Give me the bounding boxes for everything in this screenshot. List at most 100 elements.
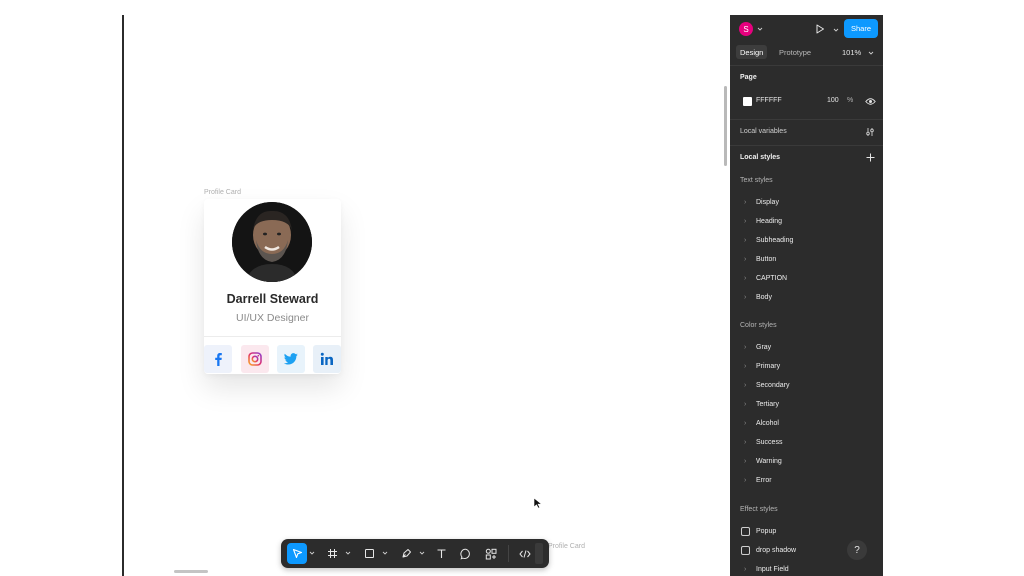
present-play-icon[interactable]: [815, 24, 825, 34]
effect-icon: [741, 526, 750, 536]
page-opacity-value[interactable]: 100: [827, 97, 839, 104]
chevron-down-icon[interactable]: [382, 550, 388, 556]
tab-design[interactable]: Design: [736, 45, 768, 59]
style-item-label: drop shadow: [756, 546, 797, 554]
chevron-right-icon: ›: [744, 381, 747, 389]
tab-prototype[interactable]: Prototype: [775, 45, 815, 59]
canvas-left-edge: [122, 15, 124, 576]
local-variables-row[interactable]: Local variables: [740, 128, 787, 135]
pen-tool-button[interactable]: [395, 543, 417, 564]
text-tool-button[interactable]: [430, 543, 452, 564]
page-section-title: Page: [740, 74, 757, 81]
canvas-vertical-scrollbar[interactable]: [724, 86, 727, 166]
dev-mode-toggle[interactable]: [514, 543, 536, 564]
chevron-right-icon: ›: [744, 255, 747, 263]
resources-tool-button[interactable]: [480, 543, 502, 564]
move-tool-icon: [292, 548, 302, 559]
chevron-down-icon[interactable]: [419, 550, 425, 556]
style-item[interactable]: › Success: [744, 436, 782, 448]
style-item[interactable]: › Secondary: [744, 379, 789, 391]
style-item[interactable]: › Gray: [744, 341, 771, 353]
chevron-right-icon: ›: [744, 565, 747, 573]
profile-role: UI/UX Designer: [236, 312, 309, 324]
canvas-horizontal-scrollbar[interactable]: [174, 570, 208, 573]
style-item[interactable]: › Button: [744, 253, 776, 265]
style-item-label: Heading: [756, 217, 783, 225]
local-styles-title: Local styles: [740, 154, 781, 161]
color-styles-title: Color styles: [740, 322, 777, 329]
chevron-right-icon: ›: [744, 438, 747, 446]
effect-style-item[interactable]: drop shadow: [741, 544, 797, 556]
style-item[interactable]: › Display: [744, 196, 779, 208]
code-icon: [519, 549, 531, 558]
style-item-label: Tertiary: [756, 400, 779, 408]
text-styles-title: Text styles: [740, 177, 773, 184]
chevron-down-icon[interactable]: [757, 26, 763, 32]
style-item[interactable]: › Subheading: [744, 234, 793, 246]
plus-icon[interactable]: [866, 153, 875, 162]
move-tool-button[interactable]: [287, 543, 307, 564]
effect-icon: [741, 545, 750, 555]
style-item[interactable]: › Primary: [744, 360, 780, 372]
eye-icon[interactable]: [865, 97, 876, 106]
chevron-right-icon: ›: [744, 400, 747, 408]
facebook-button[interactable]: [204, 345, 232, 373]
style-item-label: CAPTION: [756, 274, 788, 282]
frame-label[interactable]: Profile Card: [204, 189, 241, 196]
chevron-right-icon: ›: [744, 343, 747, 351]
style-item[interactable]: › Heading: [744, 215, 782, 227]
style-item-label: Secondary: [756, 381, 790, 389]
instagram-icon: [248, 352, 262, 366]
linkedin-icon: [320, 352, 333, 365]
style-item-label: Success: [756, 438, 783, 446]
style-item[interactable]: › Tertiary: [744, 398, 779, 410]
style-item-label: Alcohol: [756, 419, 779, 427]
page-opacity-unit: %: [847, 97, 854, 104]
chevron-right-icon: ›: [744, 293, 747, 301]
profile-name: Darrell Steward: [226, 292, 319, 306]
comment-icon: [460, 548, 470, 559]
profile-card[interactable]: Darrell Steward UI/UX Designer: [204, 199, 341, 374]
style-item-label: Subheading: [756, 236, 794, 244]
style-item[interactable]: › Alcohol: [744, 417, 779, 429]
twitter-button[interactable]: [277, 345, 305, 373]
page-color-swatch[interactable]: [743, 97, 752, 106]
zoom-level[interactable]: 101%: [842, 48, 861, 57]
comment-tool-button[interactable]: [455, 543, 477, 564]
profile-avatar: [232, 202, 312, 282]
frame-label-secondary[interactable]: Profile Card: [548, 543, 585, 550]
help-button[interactable]: ?: [847, 540, 867, 560]
effect-styles-title: Effect styles: [740, 506, 778, 513]
instagram-button[interactable]: [241, 345, 269, 373]
chevron-down-icon[interactable]: [833, 27, 839, 33]
style-item-label: Body: [756, 293, 772, 301]
page-color-hex[interactable]: FFFFFF: [756, 97, 782, 104]
effect-style-item[interactable]: › Input Field: [744, 563, 789, 575]
linkedin-button[interactable]: [313, 345, 341, 373]
chevron-right-icon: ›: [744, 217, 747, 225]
chevron-down-icon[interactable]: [309, 550, 315, 556]
sliders-icon[interactable]: [865, 127, 875, 137]
user-avatar[interactable]: S: [739, 22, 753, 36]
design-panel: S Share Design Prototype 101% Page FFFFF…: [730, 15, 883, 576]
bottom-toolbar: [281, 539, 549, 568]
style-item[interactable]: › CAPTION: [744, 272, 787, 284]
share-button[interactable]: Share: [844, 19, 878, 38]
frame-icon: [327, 549, 337, 558]
style-item-label: Input Field: [756, 565, 789, 573]
pen-icon: [402, 549, 411, 558]
chevron-right-icon: ›: [744, 457, 747, 465]
style-item[interactable]: › Warning: [744, 455, 782, 467]
style-item[interactable]: › Body: [744, 291, 772, 303]
twitter-icon: [284, 353, 298, 365]
shape-tool-button[interactable]: [358, 543, 380, 564]
style-item[interactable]: › Error: [744, 474, 772, 486]
panel-divider: [730, 119, 883, 120]
style-item-label: Gray: [756, 343, 772, 351]
chevron-right-icon: ›: [744, 198, 747, 206]
effect-style-item[interactable]: Popup: [741, 525, 776, 537]
frame-tool-button[interactable]: [321, 543, 343, 564]
chevron-down-icon[interactable]: [345, 550, 351, 556]
style-item-label: Display: [756, 198, 779, 206]
chevron-down-icon[interactable]: [868, 50, 874, 56]
